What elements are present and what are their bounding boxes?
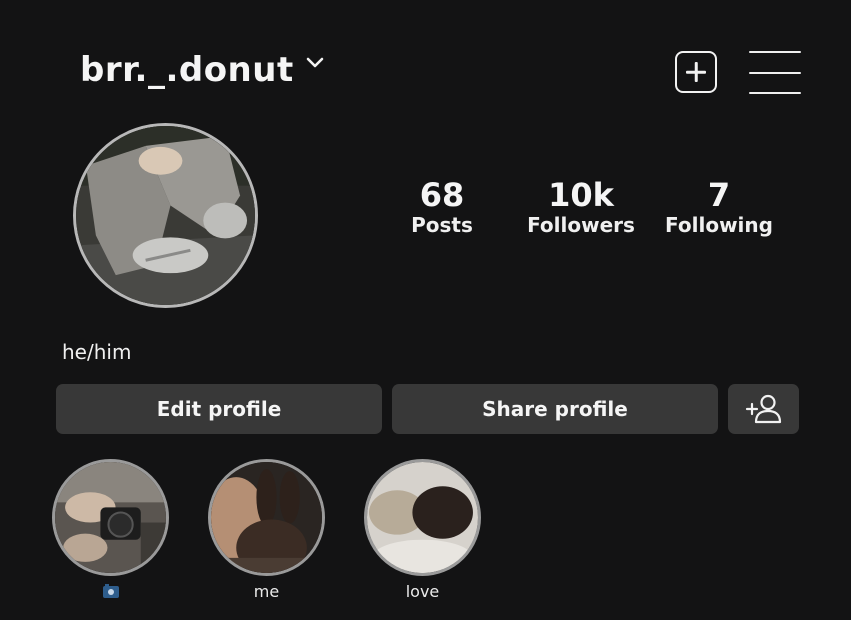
highlight-camera[interactable]: [52, 459, 169, 603]
highlight-cover: [52, 459, 169, 576]
share-profile-button[interactable]: Share profile: [392, 384, 718, 434]
following-label: Following: [665, 213, 773, 237]
posts-label: Posts: [411, 213, 473, 237]
followers-label: Followers: [527, 213, 635, 237]
posts-count: 68: [419, 176, 465, 214]
avatar[interactable]: [73, 123, 258, 308]
hamburger-menu-icon[interactable]: [749, 51, 801, 95]
stat-posts[interactable]: 68 Posts: [372, 178, 512, 238]
highlight-cover: [208, 459, 325, 576]
username: brr._.donut: [80, 50, 294, 90]
stat-following[interactable]: 7 Following: [649, 178, 789, 238]
following-count: 7: [707, 176, 731, 214]
highlight-label-love: love: [405, 582, 440, 601]
highlight-cover: [364, 459, 481, 576]
stat-followers[interactable]: 10k Followers: [511, 178, 651, 238]
new-post-icon[interactable]: [675, 51, 717, 93]
discover-people-button[interactable]: [728, 384, 799, 434]
highlight-label-me: me: [253, 582, 280, 601]
bio-pronouns: he/him: [62, 340, 132, 364]
add-person-icon: [745, 394, 781, 424]
edit-profile-button[interactable]: Edit profile: [56, 384, 382, 434]
chevron-down-icon: [306, 57, 324, 68]
account-switcher[interactable]: brr._.donut: [80, 50, 326, 90]
highlight-label-camera: [52, 582, 169, 603]
camera-icon: [102, 584, 119, 598]
highlight-love[interactable]: love: [364, 459, 481, 602]
highlight-me[interactable]: me: [208, 459, 325, 602]
followers-count: 10k: [548, 176, 614, 214]
